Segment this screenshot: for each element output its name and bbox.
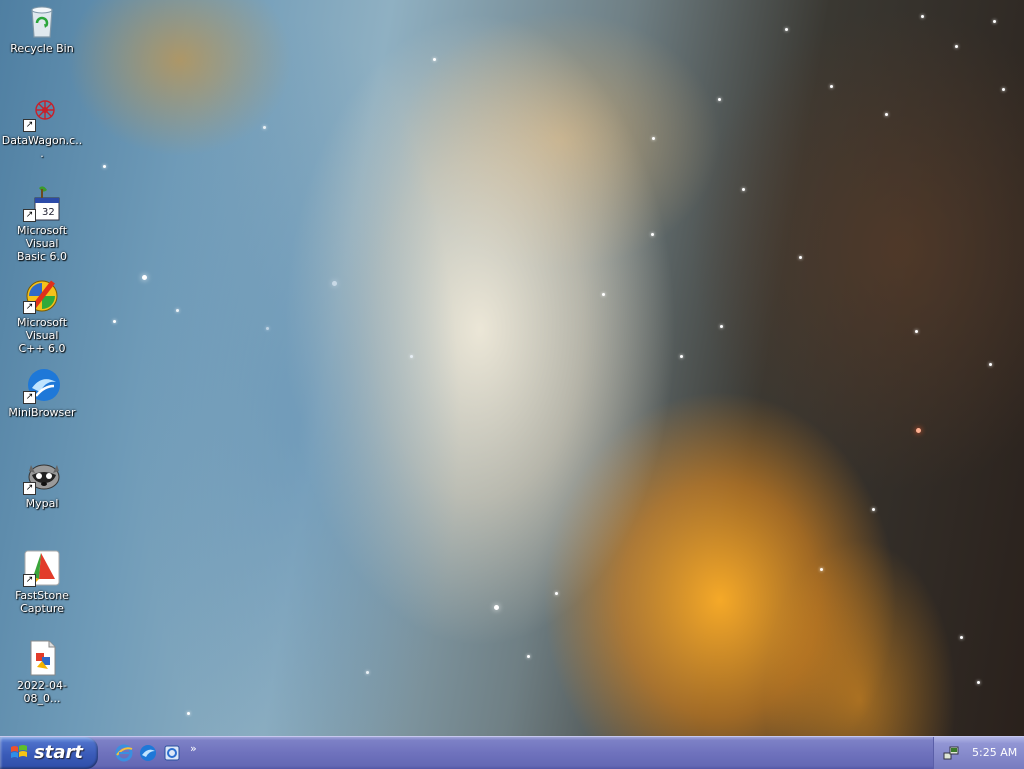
icon-label: DataWagon.c... — [1, 134, 83, 160]
star — [989, 363, 992, 366]
system-tray: 5:25 AM — [933, 737, 1024, 769]
recycle-bin-icon — [23, 2, 61, 40]
star — [960, 636, 963, 639]
minibrowser-icon: ↗ — [23, 366, 61, 404]
star — [494, 605, 499, 610]
desktop-icon-visual-cpp[interactable]: ↗ Microsoft Visual C++ 6.0 — [0, 276, 84, 355]
minibrowser-icon[interactable] — [138, 743, 158, 763]
datawagon-icon: ↗ — [23, 94, 61, 132]
start-label: start — [34, 742, 83, 763]
icon-label: 2022-04-08_0... — [17, 679, 67, 705]
shortcut-arrow-icon: ↗ — [23, 482, 36, 495]
star — [820, 568, 823, 571]
star — [742, 188, 745, 191]
windows-flag-icon — [11, 745, 27, 758]
star — [410, 355, 413, 358]
visual-basic-icon: 32 ↗ — [23, 184, 61, 222]
star — [720, 325, 723, 328]
star — [602, 293, 605, 296]
quick-launch-chevron[interactable]: » — [190, 742, 197, 755]
shortcut-arrow-icon: ↗ — [23, 301, 36, 314]
shortcut-arrow-icon: ↗ — [23, 119, 36, 132]
star — [785, 28, 788, 31]
shortcut-arrow-icon: ↗ — [23, 209, 36, 222]
start-button[interactable]: start — [0, 737, 98, 769]
star — [433, 58, 436, 61]
internet-explorer-icon[interactable] — [114, 743, 134, 763]
star — [718, 98, 721, 101]
visual-cpp-icon: ↗ — [23, 276, 61, 314]
star — [680, 355, 683, 358]
star — [527, 655, 530, 658]
mypal-icon: ↗ — [23, 457, 61, 495]
taskbar: start » 5:25 AM — [0, 736, 1024, 769]
desktop-icon-mypal[interactable]: ↗ Mypal — [0, 457, 84, 510]
icon-label: Microsoft Visual Basic 6.0 — [16, 224, 68, 263]
show-desktop-icon[interactable] — [162, 743, 182, 763]
star — [915, 330, 918, 333]
star — [176, 309, 179, 312]
star — [977, 681, 980, 684]
star — [652, 137, 655, 140]
desktop-icon-faststone-capture[interactable]: ↗ FastStone Capture — [0, 549, 84, 615]
desktop-icon-datawagon[interactable]: ↗ DataWagon.c... — [0, 94, 84, 160]
desktop-icon-visual-basic[interactable]: 32 ↗ Microsoft Visual Basic 6.0 — [0, 184, 84, 263]
desktop-icon-image-file[interactable]: 2022-04-08_0... — [0, 639, 84, 705]
star — [830, 85, 833, 88]
star — [332, 281, 337, 286]
faststone-capture-icon: ↗ — [23, 549, 61, 587]
star — [885, 113, 888, 116]
icon-label: MiniBrowser — [8, 406, 76, 419]
image-file-icon — [23, 639, 61, 677]
star — [103, 165, 106, 168]
star — [142, 275, 147, 280]
star — [916, 428, 921, 433]
svg-text:32: 32 — [42, 207, 55, 218]
shortcut-arrow-icon: ↗ — [23, 574, 36, 587]
icon-label: Mypal — [25, 497, 59, 510]
icon-label: Recycle Bin — [10, 42, 74, 55]
icon-label: FastStone Capture — [15, 589, 69, 615]
star — [366, 671, 369, 674]
icon-label: Microsoft Visual C++ 6.0 — [16, 316, 68, 355]
desktop-wallpaper — [0, 0, 1024, 736]
star — [263, 126, 266, 129]
network-icon[interactable] — [942, 744, 960, 762]
star — [266, 327, 269, 330]
desktop-icon-recycle-bin[interactable]: Recycle Bin — [0, 2, 84, 55]
desktop-icon-minibrowser[interactable]: ↗ MiniBrowser — [0, 366, 84, 419]
star — [555, 592, 558, 595]
star — [187, 712, 190, 715]
star — [799, 256, 802, 259]
shortcut-arrow-icon: ↗ — [23, 391, 36, 404]
star — [872, 508, 875, 511]
star — [651, 233, 654, 236]
clock[interactable]: 5:25 AM — [972, 746, 1017, 759]
star — [1002, 88, 1005, 91]
star — [993, 20, 996, 23]
star — [113, 320, 116, 323]
star — [921, 15, 924, 18]
star — [955, 45, 958, 48]
